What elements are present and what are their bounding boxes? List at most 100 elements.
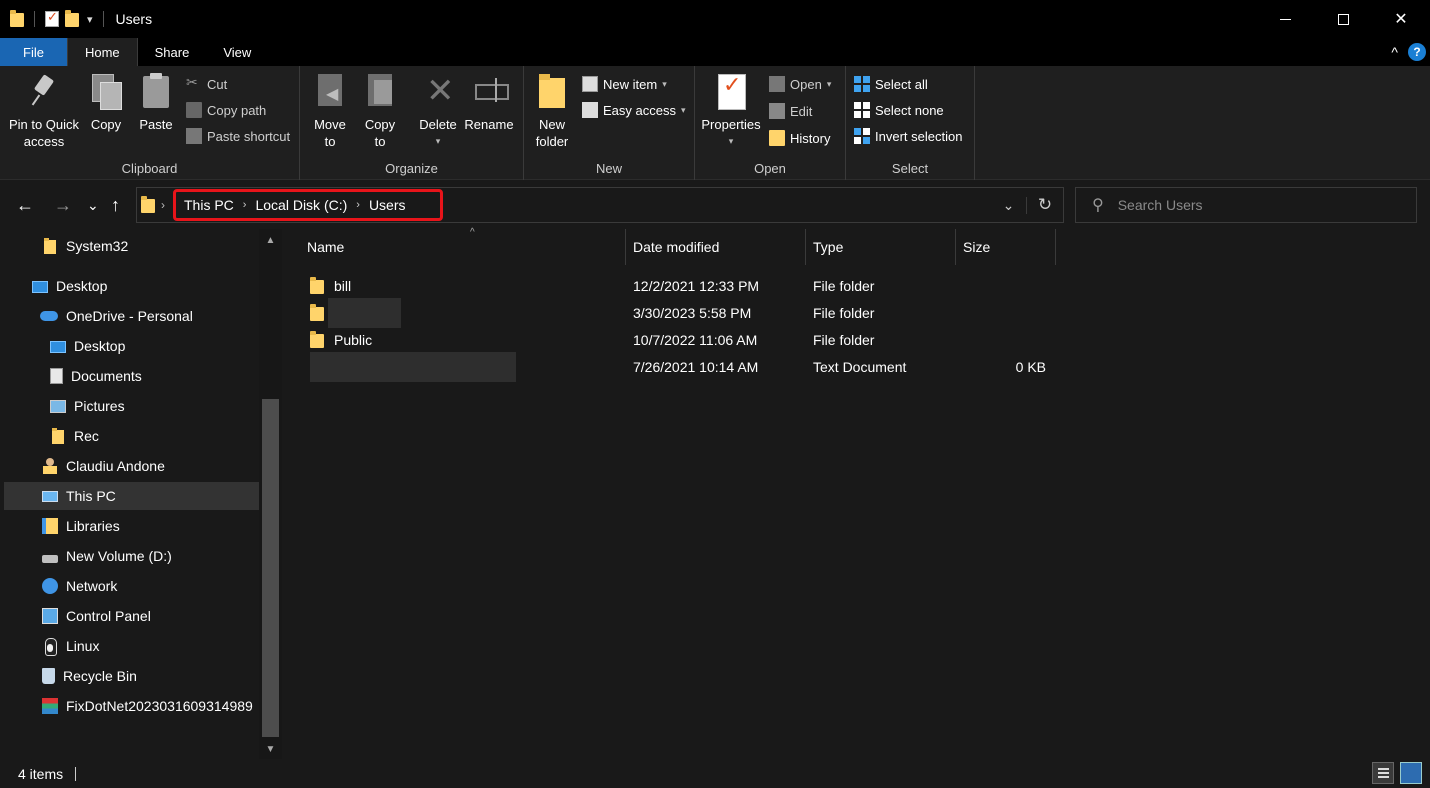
close-button[interactable]: ✕ bbox=[1372, 0, 1430, 38]
recent-locations-button[interactable]: ⌄ bbox=[87, 193, 99, 217]
column-header-type[interactable]: Type bbox=[806, 229, 956, 265]
open-button[interactable]: Open ▾ bbox=[769, 74, 831, 94]
easy-access-button[interactable]: Easy access ▾ bbox=[582, 100, 686, 120]
breadcrumb-this-pc[interactable]: This PC bbox=[184, 197, 234, 213]
delete-button[interactable]: Delete ▾ bbox=[418, 72, 458, 150]
network-icon bbox=[42, 578, 58, 594]
minimize-button[interactable] bbox=[1256, 0, 1314, 38]
nav-item-network[interactable]: Network bbox=[0, 572, 260, 600]
breadcrumb-users[interactable]: Users bbox=[369, 197, 406, 213]
tab-home[interactable]: Home bbox=[66, 38, 138, 66]
column-header-name[interactable]: ^ Name bbox=[300, 227, 626, 265]
table-row[interactable]: Public 10/7/2022 11:06 AM File folder bbox=[286, 326, 1056, 353]
copy-button[interactable]: Copy bbox=[86, 72, 126, 133]
address-history-dropdown-icon[interactable]: ⌄ bbox=[991, 196, 1027, 214]
up-button[interactable]: ↑ bbox=[111, 193, 120, 217]
move-to-label-line1: Move bbox=[314, 117, 346, 132]
rename-button[interactable]: Rename bbox=[464, 72, 514, 133]
nav-item-fixdotnet[interactable]: FixDotNet2023031609314989 bbox=[0, 692, 260, 720]
address-bar[interactable]: › This PC › Local Disk (C:) › Users ⌄ ↻ bbox=[136, 187, 1064, 223]
nav-item-libraries[interactable]: Libraries bbox=[0, 512, 260, 540]
select-none-label: Select none bbox=[875, 102, 944, 118]
sort-ascending-icon: ^ bbox=[470, 227, 475, 238]
file-list: ^ Name Date modified Type Size bill 12/2… bbox=[286, 227, 1430, 759]
new-item-button[interactable]: New item ▾ bbox=[582, 74, 667, 94]
nav-item-onedrive-desktop[interactable]: Desktop bbox=[0, 332, 260, 360]
tab-view[interactable]: View bbox=[206, 38, 268, 66]
nav-item-label: Claudiu Andone bbox=[66, 458, 165, 474]
chevron-right-icon[interactable]: › bbox=[161, 198, 165, 212]
new-folder-icon[interactable] bbox=[65, 10, 79, 27]
search-box[interactable]: ⚲ bbox=[1075, 187, 1417, 223]
tab-file[interactable]: File bbox=[0, 38, 67, 66]
nav-item-desktop[interactable]: Desktop bbox=[0, 272, 260, 300]
nav-item-label: Pictures bbox=[74, 398, 125, 414]
open-icon bbox=[769, 76, 785, 92]
history-icon bbox=[769, 130, 785, 146]
breadcrumb-local-disk[interactable]: Local Disk (C:) bbox=[255, 197, 347, 213]
column-header-size[interactable]: Size bbox=[956, 229, 1056, 265]
refresh-icon[interactable]: ↻ bbox=[1027, 195, 1063, 215]
edit-icon bbox=[769, 103, 785, 119]
copy-icon bbox=[90, 72, 122, 110]
paste-shortcut-button[interactable]: Paste shortcut bbox=[186, 126, 290, 146]
paste-button[interactable]: Paste bbox=[136, 72, 176, 133]
pin-to-quick-access-button[interactable]: Pin to Quick access bbox=[8, 72, 80, 150]
nav-item-system32[interactable]: System32 bbox=[0, 232, 260, 260]
large-icons-view-icon[interactable] bbox=[1400, 762, 1422, 784]
nav-item-documents[interactable]: Documents bbox=[0, 362, 260, 390]
cut-button[interactable]: Cut bbox=[186, 74, 227, 94]
navigation-scrollbar[interactable]: ▲ ▼ bbox=[259, 229, 282, 759]
nav-item-recycle-bin[interactable]: Recycle Bin bbox=[0, 662, 260, 690]
nav-item-claudiu-andone[interactable]: Claudiu Andone bbox=[0, 452, 260, 480]
pictures-icon bbox=[50, 399, 66, 413]
move-to-button[interactable]: Move to bbox=[312, 72, 348, 150]
chevron-right-icon[interactable]: › bbox=[243, 199, 247, 211]
scrollbar-thumb[interactable] bbox=[262, 399, 279, 737]
invert-selection-button[interactable]: Invert selection bbox=[854, 126, 962, 146]
back-button[interactable]: ← bbox=[16, 193, 34, 217]
copy-path-button[interactable]: Copy path bbox=[186, 100, 266, 120]
nav-item-control-panel[interactable]: Control Panel bbox=[0, 602, 260, 630]
collapse-ribbon-icon[interactable]: ^ bbox=[1391, 44, 1398, 60]
nav-item-pictures[interactable]: Pictures bbox=[0, 392, 260, 420]
table-row[interactable]: 7/26/2021 10:14 AM Text Document 0 KB bbox=[286, 351, 1056, 382]
table-row[interactable]: bill 12/2/2021 12:33 PM File folder bbox=[286, 272, 1056, 299]
new-folder-button[interactable]: New folder bbox=[532, 72, 572, 150]
select-group-label: Select bbox=[891, 161, 929, 176]
properties-button[interactable]: Properties ▾ bbox=[699, 72, 763, 150]
properties-icon[interactable] bbox=[45, 9, 59, 27]
table-row[interactable]: 3/30/2023 5:58 PM File folder bbox=[286, 297, 1056, 328]
address-row: ← → ⌄ ↑ › This PC › Local Disk (C:) › Us… bbox=[0, 181, 1430, 229]
nav-item-rec[interactable]: Rec bbox=[0, 422, 260, 450]
open-label: Open bbox=[790, 76, 822, 92]
customize-toolbar-dropdown-icon[interactable]: ▾ bbox=[87, 13, 93, 26]
help-icon[interactable]: ? bbox=[1408, 43, 1426, 61]
edit-button[interactable]: Edit bbox=[769, 101, 812, 121]
nav-item-this-pc[interactable]: This PC bbox=[4, 482, 259, 510]
select-all-button[interactable]: Select all bbox=[854, 74, 928, 94]
search-input[interactable] bbox=[1117, 197, 1398, 213]
move-to-icon bbox=[314, 72, 346, 110]
maximize-button[interactable] bbox=[1314, 0, 1372, 38]
pin-label-line1: Pin to Quick bbox=[8, 117, 80, 132]
scroll-up-icon[interactable]: ▲ bbox=[259, 235, 282, 246]
column-header-date-modified[interactable]: Date modified bbox=[626, 229, 806, 265]
history-button[interactable]: History bbox=[769, 128, 830, 148]
nav-item-new-volume-d[interactable]: New Volume (D:) bbox=[0, 542, 260, 570]
cut-label: Cut bbox=[207, 76, 228, 92]
chevron-right-icon[interactable]: › bbox=[356, 199, 360, 211]
open-dropdown-icon: ▾ bbox=[826, 78, 832, 89]
scroll-down-icon[interactable]: ▼ bbox=[259, 744, 282, 755]
nav-item-linux[interactable]: Linux bbox=[0, 632, 260, 660]
select-none-button[interactable]: Select none bbox=[854, 100, 944, 120]
pin-label-line2: access bbox=[23, 134, 65, 149]
forward-button[interactable]: → bbox=[54, 193, 72, 217]
copy-to-button[interactable]: Copy to bbox=[362, 72, 398, 150]
details-view-icon[interactable] bbox=[1372, 762, 1394, 784]
easy-access-icon bbox=[582, 102, 598, 118]
status-bar: 4 items bbox=[0, 759, 1430, 788]
easy-access-label: Easy access bbox=[603, 102, 676, 118]
nav-item-onedrive[interactable]: OneDrive - Personal bbox=[0, 302, 260, 330]
tab-share[interactable]: Share bbox=[138, 38, 207, 66]
